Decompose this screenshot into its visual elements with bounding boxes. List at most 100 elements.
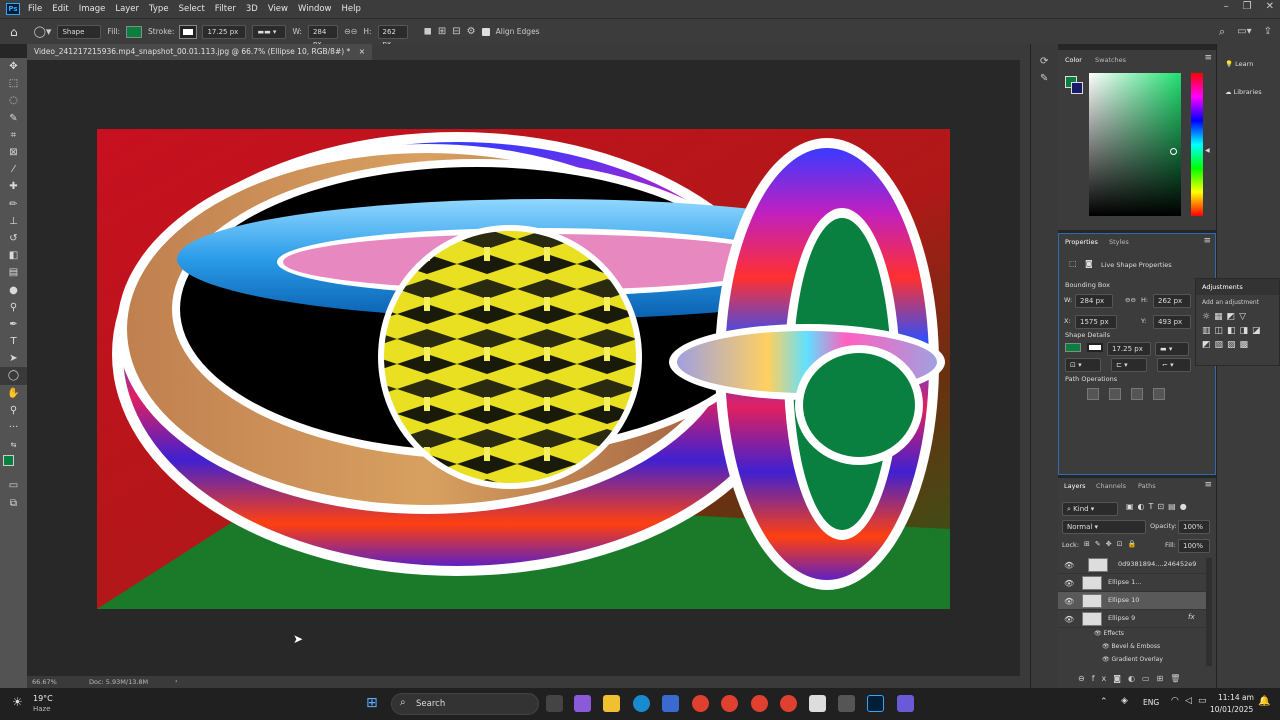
chrome-profile-3-icon[interactable] [780,695,797,712]
brush-tool-icon[interactable]: ✏ [0,196,27,213]
layer-row[interactable]: 👁 Ellipse 9 fx [1058,610,1208,628]
intersect-shapes-icon[interactable] [1131,388,1143,400]
menu-image[interactable]: Image [79,4,106,14]
path-operations-icon[interactable]: ◼ [424,26,432,37]
subtract-shapes-icon[interactable] [1109,388,1121,400]
hue-slider-handle-icon[interactable]: ◀ [1205,147,1210,154]
properties-menu-icon[interactable]: ≡ [1203,236,1211,246]
effects-row[interactable]: 👁 Effects [1094,630,1124,637]
language-indicator[interactable]: ENG [1143,698,1159,707]
quick-select-tool-icon[interactable]: ✎ [0,110,27,127]
prop-stroke-type-dropdown[interactable]: ▬ ▾ [1155,342,1189,356]
task-view-icon[interactable] [546,695,563,712]
bevel-emboss-effect[interactable]: 👁 Bevel & Emboss [1102,643,1160,650]
path-arrangement-icon[interactable]: ⊟ [452,26,460,37]
lasso-tool-icon[interactable]: ◌ [0,92,27,109]
menu-file[interactable]: File [28,4,42,14]
layers-menu-icon[interactable]: ≡ [1204,480,1212,490]
battery-icon[interactable]: ▭ [1198,696,1207,706]
start-icon[interactable]: ⊞ [366,695,378,711]
link-icon[interactable]: ⊖⊖ [344,27,357,36]
history-icon[interactable]: ⟳ [1040,56,1058,67]
stroke-width-field[interactable]: 17.25 px [202,24,247,39]
visibility-eye-icon[interactable]: 👁 [1064,579,1074,588]
restore-icon[interactable]: ❐ [1243,1,1252,12]
layer-name[interactable]: Ellipse 10 [1108,596,1139,604]
chrome-profile-2-icon[interactable] [751,695,768,712]
prop-stroke-width-field[interactable]: 17.25 px [1107,342,1151,356]
copilot-icon[interactable] [574,695,591,712]
adjustment-icons-row-1[interactable]: ☼▦◩▽ [1196,310,1279,324]
history-brush-tool-icon[interactable]: ↺ [0,230,27,247]
tray-app-icon[interactable]: ◈ [1121,696,1128,706]
stroke-swatch[interactable] [179,24,198,39]
tab-styles[interactable]: Styles [1109,238,1129,246]
color-swatches[interactable] [0,453,27,477]
workspace-icon[interactable]: ▭▾ [1237,26,1251,37]
share-icon[interactable]: ⇪ [1264,26,1272,37]
notifications-icon[interactable]: 🔔 [1258,696,1270,707]
fill-swatch[interactable] [126,25,143,38]
wifi-icon[interactable]: ◠ [1171,696,1179,706]
document-canvas[interactable] [97,129,950,609]
layer-fx-badge[interactable]: fx [1188,613,1195,621]
dodge-tool-icon[interactable]: ⚲ [0,299,27,316]
search-icon[interactable]: ⌕ [1219,25,1225,39]
foreground-color[interactable] [3,455,14,467]
ellipse-tool-icon[interactable]: ◯ [0,367,27,385]
quick-mask-icon[interactable]: ▭ [0,477,27,494]
close-icon[interactable]: ✕ [1266,1,1274,12]
eraser-tool-icon[interactable]: ◧ [0,247,27,264]
store-icon[interactable] [662,695,679,712]
mode-dropdown[interactable]: Shape [57,24,102,39]
gear-icon[interactable]: ⚙ [467,26,476,37]
stroke-align-dropdown[interactable]: ⊡ ▾ [1065,358,1101,372]
bounding-box-header[interactable]: Bounding Box [1065,281,1110,289]
layer-row[interactable]: 👁 Ellipse 1... [1058,574,1208,592]
background-swatch[interactable] [1071,82,1083,94]
height-field[interactable]: 262 px [377,24,408,48]
type-tool-icon[interactable]: T [0,333,27,350]
photoshop-taskbar-icon[interactable] [867,695,884,712]
zoom-tool-icon[interactable]: ⚲ [0,402,27,419]
adjustments-title[interactable]: Adjustments [1196,279,1279,295]
visibility-eye-icon[interactable]: 👁 [1064,615,1074,624]
clock-time[interactable]: 11:14 am [1218,693,1254,702]
menu-select[interactable]: Select [179,4,205,14]
adjustment-icons-row-3[interactable]: ◩▧▨▩ [1196,338,1279,352]
app-icon[interactable] [838,695,855,712]
stroke-corners-dropdown[interactable]: ⌐ ▾ [1157,358,1191,372]
weather-icon[interactable]: ☀ [12,695,23,709]
menu-help[interactable]: Help [342,4,361,14]
edge-icon[interactable] [633,695,650,712]
blend-mode-dropdown[interactable]: Normal ▾ [1062,520,1146,534]
more-tools-icon[interactable]: ··· [0,419,27,436]
layer-filter-icons[interactable]: ▣◐T⊡▤● [1126,502,1191,511]
stroke-caps-dropdown[interactable]: ⊏ ▾ [1111,358,1147,372]
gradient-tool-icon[interactable]: ▤ [0,264,27,281]
combine-shapes-icon[interactable] [1087,388,1099,400]
menu-layer[interactable]: Layer [115,4,139,14]
ellipse-tool-icon[interactable]: ◯▾ [34,25,52,38]
tab-swatches[interactable]: Swatches [1095,56,1126,64]
learn-item[interactable]: 💡 Learn [1225,60,1253,68]
menu-3d[interactable]: 3D [246,4,258,14]
swap-colors-icon[interactable]: ⇆ [0,436,27,453]
brush-settings-icon[interactable]: ✎ [1040,73,1058,84]
chrome-profile-icon[interactable] [721,695,738,712]
color-field[interactable] [1089,73,1181,216]
opacity-field[interactable]: 100% [1178,520,1210,534]
exclude-shapes-icon[interactable] [1153,388,1165,400]
prop-fill-swatch[interactable] [1065,343,1081,352]
fill-field[interactable]: 100% [1178,539,1210,553]
zoom-level[interactable]: 66.67% [32,678,57,686]
menu-window[interactable]: Window [298,4,332,14]
crop-tool-icon[interactable]: ⌗ [0,127,27,144]
marquee-tool-icon[interactable]: ⬚ [0,75,27,92]
chrome-icon[interactable] [692,695,709,712]
menu-filter[interactable]: Filter [215,4,236,14]
menu-edit[interactable]: Edit [52,4,68,14]
hue-slider[interactable] [1191,73,1203,216]
layer-row[interactable]: 👁 0d9381894....246452e9 [1058,556,1208,574]
layer-name[interactable]: Ellipse 9 [1108,614,1135,622]
